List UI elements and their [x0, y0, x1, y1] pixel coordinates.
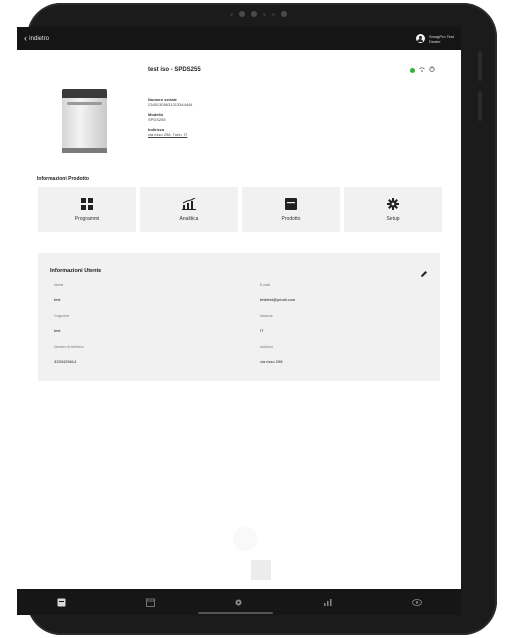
section-title: Informazioni Prodotto — [37, 176, 89, 182]
user-name: SmagPro Test — [428, 33, 454, 39]
eye-icon[interactable] — [411, 597, 422, 607]
wifi-icon — [419, 66, 425, 74]
calendar-icon[interactable] — [145, 597, 155, 607]
tile-setup[interactable]: Setup — [344, 187, 442, 232]
product-title: test iso - SPDS255 — [148, 67, 201, 73]
status-indicators — [410, 66, 435, 74]
chevron-left-icon: ‹ — [24, 33, 27, 43]
loading-overlay — [251, 560, 271, 580]
product-details: Numero seriale 23451305631313344444 Mode… — [148, 97, 193, 142]
edit-pencil-icon[interactable] — [420, 265, 428, 277]
serial-field: Numero seriale 23451305631313344444 — [148, 97, 193, 107]
tile-prodotto[interactable]: Prodotto — [242, 187, 340, 232]
top-bar: ‹ Indietro SmagPro Test Dealer — [17, 27, 461, 50]
back-label: Indietro — [29, 35, 50, 42]
user-info-card: Informazioni Utente Nome test Cognome te… — [38, 253, 440, 580]
analytics-icon — [182, 197, 196, 210]
phone-field: Numero di telefono 3333425614 — [54, 345, 84, 364]
user-address-field: Indirizzo via rizzo 298 — [260, 345, 283, 364]
volume-button — [478, 51, 482, 81]
chart-icon[interactable] — [323, 597, 333, 607]
user-info-title: Informazioni Utente — [50, 268, 102, 274]
gear-icon — [386, 197, 400, 210]
email-field: E-mail testtest@pmail.com — [260, 283, 296, 302]
model-field: Modello SPDS255 — [148, 112, 166, 122]
camera-module — [230, 11, 287, 17]
loading-overlay — [233, 527, 257, 551]
product-menu: Programmi Analitica Prodotto Setup — [38, 187, 442, 232]
user-avatar-icon — [415, 34, 425, 43]
address-link[interactable]: via rizzo 298, Turin, IT — [148, 132, 193, 137]
home-indicator[interactable] — [198, 612, 273, 614]
online-status-icon — [410, 67, 415, 73]
country-field: Nazione IT — [260, 314, 273, 333]
user-info-left-column: Nome test Cognome test Numero di telefon… — [54, 283, 84, 376]
power-icon — [429, 66, 435, 74]
user-role: Dealer — [428, 38, 441, 44]
user-info-right-column: E-mail testtest@pmail.com Nazione IT Ind… — [260, 283, 295, 376]
user-menu[interactable]: SmagPro Test Dealer — [415, 33, 454, 44]
tile-analitica[interactable]: Analitica — [140, 187, 238, 232]
tile-programmi[interactable]: Programmi — [38, 187, 136, 232]
first-name-field: Nome test — [54, 283, 64, 302]
volume-button — [478, 91, 482, 121]
back-button[interactable]: ‹ Indietro — [24, 34, 49, 43]
grid-icon — [80, 197, 94, 210]
product-icon — [284, 197, 298, 210]
home-icon[interactable] — [56, 597, 66, 607]
settings-icon[interactable] — [234, 597, 244, 607]
address-field: Indirizzo via rizzo 298, Turin, IT — [148, 127, 193, 137]
app-screen: ‹ Indietro SmagPro Test Dealer test iso … — [17, 27, 461, 595]
dishwasher-image — [62, 89, 107, 153]
last-name-field: Cognome test — [54, 314, 70, 333]
